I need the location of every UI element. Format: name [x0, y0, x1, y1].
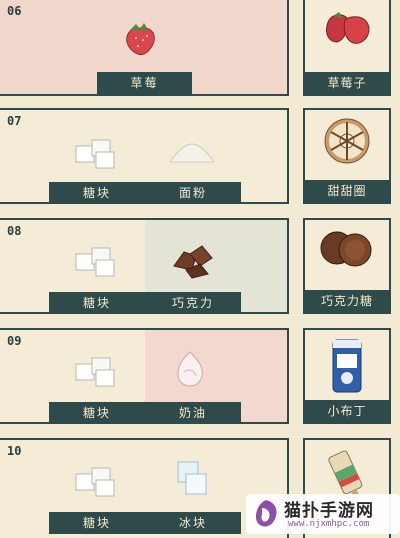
ingredient-label: 冰块 — [145, 512, 241, 534]
chocolate-candy-icon — [317, 226, 377, 274]
recipe-card: 07 糖块 面粉 — [0, 108, 289, 204]
sugar-cube-icon — [72, 352, 118, 392]
result-card[interactable]: 巧克力糖 — [303, 218, 391, 314]
watermark-title: 猫扑手游网 — [284, 501, 374, 521]
chocolate-icon — [170, 240, 216, 284]
strawberry-jam-icon — [319, 6, 375, 58]
ingredient-label: 糖块 — [49, 182, 145, 204]
ingredient-label: 巧克力 — [145, 292, 241, 314]
donut-icon — [319, 116, 375, 170]
result-label: 草莓子 — [305, 72, 389, 94]
recipe-number: 06 — [7, 4, 22, 18]
ingredient-label: 草莓 — [97, 72, 192, 94]
site-watermark: 猫扑手游网 www.njxmhpc.com — [246, 494, 400, 534]
ingredient-label: 糖块 — [49, 402, 145, 424]
watermark-url: www.njxmhpc.com — [288, 519, 370, 529]
result-label: 小布丁 — [305, 400, 389, 422]
ingredient-label: 奶油 — [145, 402, 241, 424]
result-card[interactable]: 小布丁 — [303, 328, 391, 424]
recipe-number: 07 — [7, 114, 22, 128]
result-card[interactable]: 甜甜圈 — [303, 108, 391, 204]
flour-icon — [168, 140, 216, 170]
recipe-card: 09 糖块 奶油 — [0, 328, 289, 424]
recipe-number: 10 — [7, 444, 22, 458]
ice-cube-icon — [174, 458, 210, 502]
sugar-cube-icon — [72, 242, 118, 282]
cream-icon — [174, 350, 206, 392]
ingredient-label: 面粉 — [145, 182, 241, 204]
sugar-cube-icon — [72, 462, 118, 502]
result-label: 甜甜圈 — [305, 180, 389, 202]
recipe-card: 06 草莓 — [0, 0, 289, 96]
recipe-card: 08 糖块 巧克力 — [0, 218, 289, 314]
result-label: 巧克力糖 — [305, 290, 389, 312]
ingredient-label: 糖块 — [49, 292, 145, 314]
strawberry-icon — [118, 18, 162, 62]
result-card[interactable]: 草莓子 — [303, 0, 391, 96]
recipe-number: 09 — [7, 334, 22, 348]
recipe-number: 08 — [7, 224, 22, 238]
pudding-icon — [327, 336, 367, 398]
ingredient-label: 糖块 — [49, 512, 145, 534]
sugar-cube-icon — [72, 134, 118, 174]
site-logo-icon — [250, 498, 282, 534]
